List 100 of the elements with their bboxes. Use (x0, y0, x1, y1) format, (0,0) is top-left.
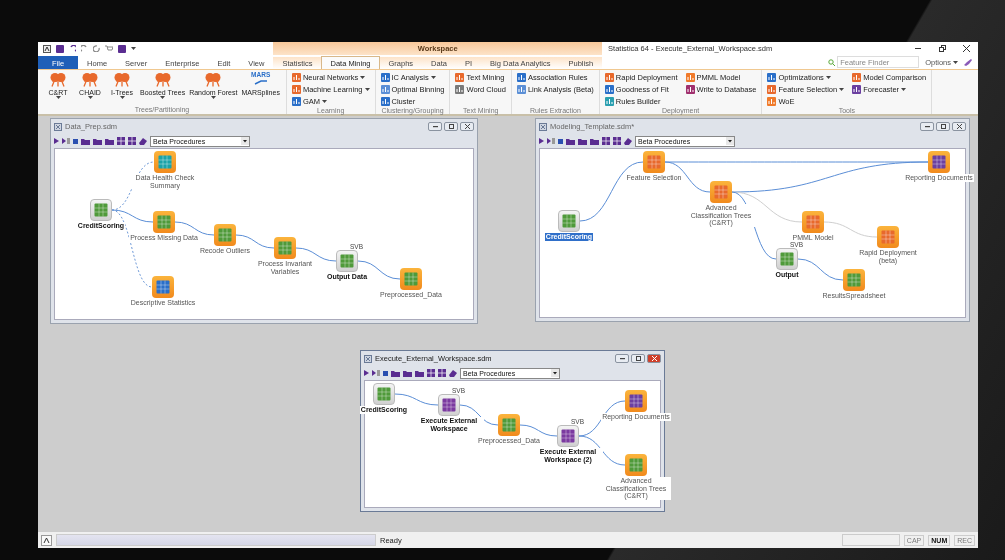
restore-button[interactable] (444, 122, 458, 131)
stop-icon[interactable] (73, 138, 78, 144)
connector-line (394, 393, 439, 406)
restore-icon[interactable] (938, 45, 946, 52)
stop-icon[interactable] (558, 138, 563, 144)
workflow-node-icon[interactable] (877, 226, 899, 248)
workflow-node-icon[interactable] (928, 151, 950, 173)
workflow-node-icon[interactable] (373, 383, 395, 405)
workflow-node-icon[interactable] (274, 237, 296, 259)
minimize-button[interactable] (428, 122, 442, 131)
close-icon[interactable] (962, 45, 970, 52)
tool-icon (767, 97, 777, 106)
tree-icon (153, 72, 172, 89)
eraser-icon[interactable] (139, 137, 147, 145)
play-icon[interactable] (364, 370, 369, 376)
tool-icon (380, 97, 390, 106)
workflow-node-icon[interactable] (643, 151, 665, 173)
save-icon[interactable] (56, 44, 64, 53)
app-button[interactable] (41, 534, 52, 546)
close-icon (464, 124, 470, 129)
step-icon[interactable] (62, 138, 70, 144)
play-icon[interactable] (54, 138, 59, 144)
grid-icon[interactable] (602, 137, 610, 145)
step-icon[interactable] (372, 370, 380, 376)
minimize-icon (619, 357, 625, 360)
play-icon[interactable] (539, 138, 544, 144)
step-icon[interactable] (547, 138, 555, 144)
grid-icon[interactable] (128, 137, 136, 145)
tool-icon (685, 73, 695, 82)
grid-icon[interactable] (427, 369, 435, 377)
refresh-icon[interactable] (93, 45, 100, 52)
connector-line (174, 221, 215, 236)
stop-icon[interactable] (383, 370, 388, 376)
minimize-icon (924, 125, 930, 128)
connector-line (235, 234, 275, 249)
workflow-node-icon[interactable] (843, 269, 865, 291)
tool-icon (291, 97, 301, 106)
tree-icon (49, 72, 67, 89)
workflow-node-icon[interactable] (438, 394, 460, 416)
eraser-icon[interactable] (449, 369, 457, 377)
close-button[interactable] (460, 122, 474, 131)
workflow-node-icon[interactable] (336, 250, 358, 272)
restore-button[interactable] (936, 122, 950, 131)
tool-icon (380, 73, 390, 82)
caret-icon (953, 60, 958, 64)
undo-icon[interactable] (69, 45, 76, 52)
close-icon (956, 124, 962, 129)
caret-icon (131, 47, 136, 50)
connector-line (519, 424, 558, 437)
workflow-node-icon[interactable] (776, 248, 798, 270)
cart-icon[interactable] (105, 45, 113, 52)
tool-icon (380, 85, 390, 94)
tool-icon (291, 85, 301, 94)
tool-icon (767, 73, 777, 82)
workspace-icon (539, 122, 547, 131)
workflow-node-icon[interactable] (152, 276, 174, 298)
workspace-icon (54, 122, 62, 131)
close-button[interactable] (952, 122, 966, 131)
grid-icon[interactable] (118, 44, 126, 53)
tool-icon (852, 73, 862, 82)
redo-icon[interactable] (81, 45, 88, 52)
restore-icon (635, 356, 641, 361)
close-button[interactable] (647, 354, 661, 363)
app-icon (43, 44, 51, 53)
workflow-node-icon[interactable] (400, 268, 422, 290)
tool-icon (291, 73, 301, 82)
caret-icon (726, 137, 734, 145)
tree-icon (81, 72, 99, 89)
minimize-icon[interactable] (915, 47, 921, 50)
workflow-node-icon[interactable] (625, 390, 647, 412)
workflow-node-icon[interactable] (154, 151, 176, 173)
workflow-node-icon[interactable] (90, 199, 112, 221)
minimize-icon (432, 125, 438, 128)
tool-icon (767, 85, 777, 94)
search-icon (828, 58, 836, 66)
tool-icon (852, 85, 862, 94)
tool-icon (604, 85, 614, 94)
workflow-node-icon[interactable] (557, 425, 579, 447)
brush-icon[interactable] (964, 58, 972, 66)
tree-icon (204, 72, 223, 89)
minimize-button[interactable] (920, 122, 934, 131)
grid-icon[interactable] (438, 369, 446, 377)
workflow-node-icon[interactable] (498, 414, 520, 436)
minimize-button[interactable] (615, 354, 629, 363)
grid-icon[interactable] (117, 137, 125, 145)
workflow-node-icon[interactable] (214, 224, 236, 246)
tool-icon (516, 73, 526, 82)
eraser-icon[interactable] (624, 137, 632, 145)
workflow-node-icon[interactable] (710, 181, 732, 203)
restore-icon (448, 124, 454, 129)
restore-button[interactable] (631, 354, 645, 363)
workflow-node-icon[interactable] (625, 454, 647, 476)
tree-icon (113, 72, 131, 89)
workflow-node-icon[interactable] (558, 210, 580, 232)
connector-line (295, 247, 337, 262)
restore-icon (940, 124, 946, 129)
workflow-node-icon[interactable] (153, 211, 175, 233)
tool-icon (604, 97, 614, 106)
grid-icon[interactable] (613, 137, 621, 145)
workflow-node-icon[interactable] (802, 211, 824, 233)
